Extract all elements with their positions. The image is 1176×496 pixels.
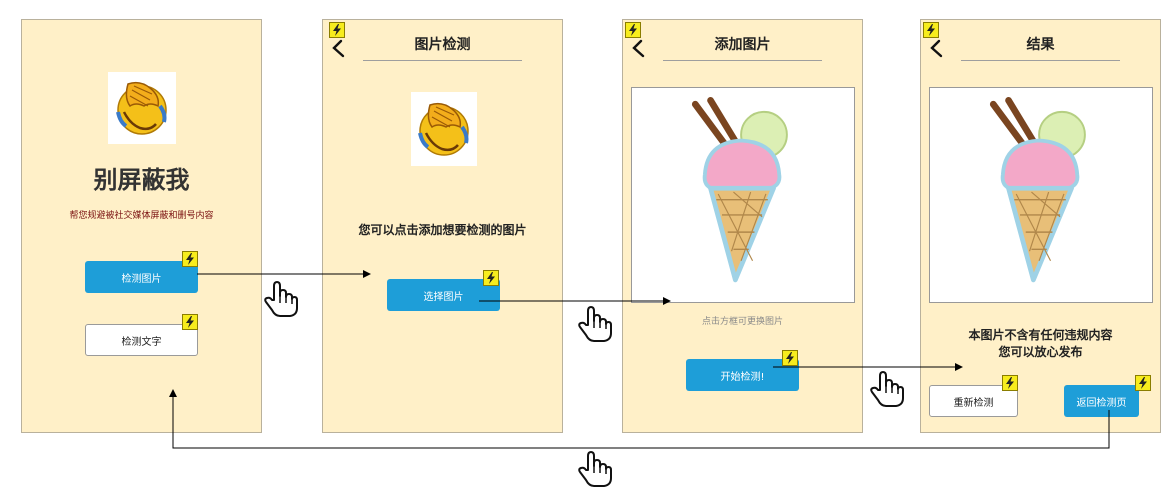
flow-arrow-result-to-home xyxy=(169,389,1110,449)
pointer-hand-icon xyxy=(866,368,906,408)
pointer-hand-icon xyxy=(574,448,614,488)
flow-connectors xyxy=(169,270,1110,449)
pointer-hand-icon xyxy=(574,303,614,343)
pointer-hand-icon xyxy=(260,278,300,318)
